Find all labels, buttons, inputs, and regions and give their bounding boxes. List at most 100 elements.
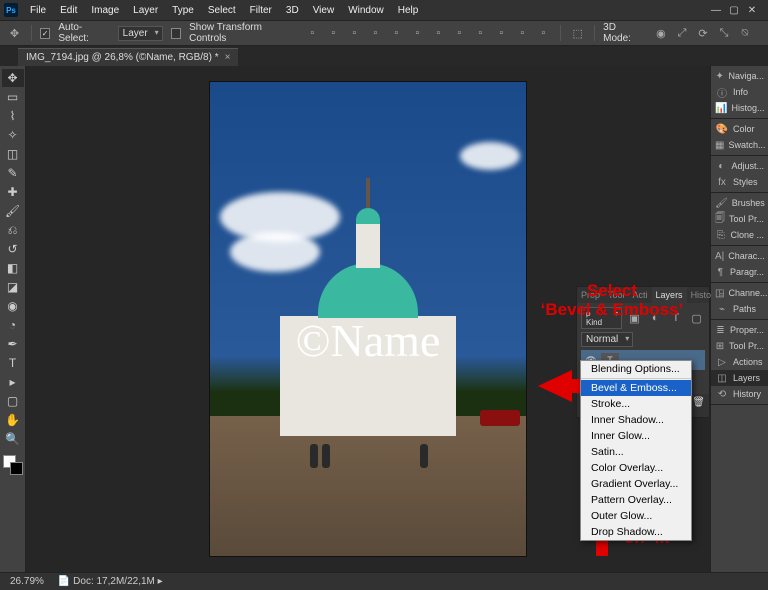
- dodge-tool[interactable]: ◔: [2, 316, 24, 334]
- align-icon[interactable]: ▫: [492, 24, 510, 42]
- document-tab[interactable]: IMG_7194.jpg @ 26,8% (©Name, RGB/8) * ×: [18, 48, 238, 66]
- panel-histogram[interactable]: 📊Histog...: [711, 100, 768, 116]
- panel-menu-icon[interactable]: ≡: [715, 287, 728, 303]
- clone-tool[interactable]: ⎌: [2, 221, 24, 239]
- history-brush-tool[interactable]: ↺: [2, 240, 24, 258]
- show-transform-checkbox[interactable]: [171, 28, 181, 39]
- panel-character[interactable]: A|Charac...: [711, 248, 768, 264]
- panel-paragraph[interactable]: ¶Paragr...: [711, 264, 768, 280]
- zoom-value[interactable]: 26.79%: [10, 576, 44, 587]
- type-tool[interactable]: T: [2, 354, 24, 372]
- align-icon[interactable]: ▫: [429, 24, 447, 42]
- menu-help[interactable]: Help: [392, 3, 425, 18]
- auto-select-dropdown[interactable]: Layer: [118, 26, 163, 41]
- align-icon[interactable]: ▫: [387, 24, 405, 42]
- fx-satin[interactable]: Satin...: [581, 444, 691, 460]
- align-icon[interactable]: ▫: [534, 24, 552, 42]
- watermark-text: ©Name: [210, 314, 526, 367]
- eyedropper-tool[interactable]: ✎: [2, 164, 24, 182]
- panel-properties[interactable]: ≣Proper...: [711, 322, 768, 338]
- align-icon[interactable]: ▫: [513, 24, 531, 42]
- magic-wand-tool[interactable]: ✧: [2, 126, 24, 144]
- hand-tool[interactable]: ✋: [2, 411, 24, 429]
- fx-gradient-overlay[interactable]: Gradient Overlay...: [581, 476, 691, 492]
- clone-icon: ⎘: [715, 230, 726, 241]
- menu-3d[interactable]: 3D: [280, 3, 305, 18]
- pen-tool[interactable]: ✒: [2, 335, 24, 353]
- fx-stroke[interactable]: Stroke...: [581, 396, 691, 412]
- color-swatches[interactable]: [3, 455, 23, 475]
- align-icon[interactable]: ▫: [303, 24, 321, 42]
- panel-actions[interactable]: ▷Actions: [711, 354, 768, 370]
- menu-bar: Ps File Edit Image Layer Type Select Fil…: [0, 0, 768, 20]
- panel-layers[interactable]: ◫Layers: [711, 370, 768, 386]
- 3d-icon[interactable]: ⟳: [694, 24, 712, 42]
- panel-toolpresets2[interactable]: ⊞Tool Pr...: [711, 338, 768, 354]
- menu-select[interactable]: Select: [202, 3, 242, 18]
- auto-select-checkbox[interactable]: ✓: [40, 28, 50, 39]
- 3d-icon[interactable]: ⍉: [736, 24, 754, 42]
- menu-layer[interactable]: Layer: [127, 3, 164, 18]
- gradient-tool[interactable]: ◪: [2, 278, 24, 296]
- properties-icon: ≣: [715, 325, 726, 336]
- menu-filter[interactable]: Filter: [244, 3, 278, 18]
- shape-tool[interactable]: ▢: [2, 392, 24, 410]
- path-select-tool[interactable]: ▸: [2, 373, 24, 391]
- panel-swatches[interactable]: ▦Swatch...: [711, 137, 768, 153]
- lasso-tool[interactable]: ⌇: [2, 107, 24, 125]
- panel-navigator[interactable]: ✦Naviga...: [711, 68, 768, 84]
- panel-paths[interactable]: ⌁Paths: [711, 301, 768, 317]
- close-tab-icon[interactable]: ×: [225, 52, 231, 63]
- align-icon[interactable]: ▫: [471, 24, 489, 42]
- panel-adjustments[interactable]: ◐Adjust...: [711, 158, 768, 174]
- menu-image[interactable]: Image: [85, 3, 125, 18]
- styles-icon: fx: [715, 177, 729, 188]
- crop-tool[interactable]: ◫: [2, 145, 24, 163]
- navigator-icon: ✦: [715, 71, 724, 82]
- align-icon[interactable]: ▫: [408, 24, 426, 42]
- 3d-icon[interactable]: ⤡: [715, 24, 733, 42]
- healing-tool[interactable]: ✚: [2, 183, 24, 201]
- panel-styles[interactable]: fxStyles: [711, 174, 768, 190]
- fx-blending-options[interactable]: Blending Options...: [581, 361, 691, 377]
- align-icon[interactable]: ▫: [324, 24, 342, 42]
- trash-icon[interactable]: 🗑: [692, 397, 705, 414]
- move-tool[interactable]: ✥: [2, 69, 24, 87]
- doc-size[interactable]: 📄 Doc: 17,2M/22,1M ▸: [58, 576, 163, 587]
- fx-pattern-overlay[interactable]: Pattern Overlay...: [581, 492, 691, 508]
- fx-drop-shadow[interactable]: Drop Shadow...: [581, 524, 691, 540]
- 3d-icon[interactable]: ◉: [652, 24, 670, 42]
- close-button[interactable]: ✕: [746, 4, 758, 16]
- panel-info[interactable]: ⓘInfo: [711, 84, 768, 100]
- maximize-button[interactable]: ▢: [728, 4, 740, 16]
- menu-window[interactable]: Window: [342, 3, 390, 18]
- collapsed-panels: ✦Naviga...ⓘInfo📊Histog... 🎨Color▦Swatch.…: [710, 66, 768, 572]
- align-icon[interactable]: ▫: [366, 24, 384, 42]
- panel-history[interactable]: ⟲History: [711, 386, 768, 402]
- menu-edit[interactable]: Edit: [54, 3, 83, 18]
- 3d-icon[interactable]: ⤢: [673, 24, 691, 42]
- panel-toolpresets[interactable]: 🗐Tool Pr...: [711, 211, 768, 227]
- menu-file[interactable]: File: [24, 3, 52, 18]
- zoom-tool[interactable]: 🔍: [2, 430, 24, 448]
- fx-bevel-emboss[interactable]: Bevel & Emboss...: [581, 380, 691, 396]
- document-canvas[interactable]: ©Name: [210, 82, 526, 556]
- align-icon[interactable]: ▫: [345, 24, 363, 42]
- panel-brushes[interactable]: 🖌Brushes: [711, 195, 768, 211]
- menu-view[interactable]: View: [307, 3, 341, 18]
- auto-align-icon[interactable]: ⬚: [569, 24, 586, 42]
- blur-tool[interactable]: ◉: [2, 297, 24, 315]
- blend-mode-dropdown[interactable]: Normal: [581, 332, 633, 347]
- fx-color-overlay[interactable]: Color Overlay...: [581, 460, 691, 476]
- minimize-button[interactable]: —: [710, 4, 722, 16]
- panel-color[interactable]: 🎨Color: [711, 121, 768, 137]
- eraser-tool[interactable]: ◧: [2, 259, 24, 277]
- menu-type[interactable]: Type: [166, 3, 200, 18]
- fx-inner-glow[interactable]: Inner Glow...: [581, 428, 691, 444]
- fx-outer-glow[interactable]: Outer Glow...: [581, 508, 691, 524]
- brush-tool[interactable]: 🖌: [2, 202, 24, 220]
- align-icon[interactable]: ▫: [450, 24, 468, 42]
- marquee-tool[interactable]: ▭: [2, 88, 24, 106]
- fx-inner-shadow[interactable]: Inner Shadow...: [581, 412, 691, 428]
- panel-clone[interactable]: ⎘Clone ...: [711, 227, 768, 243]
